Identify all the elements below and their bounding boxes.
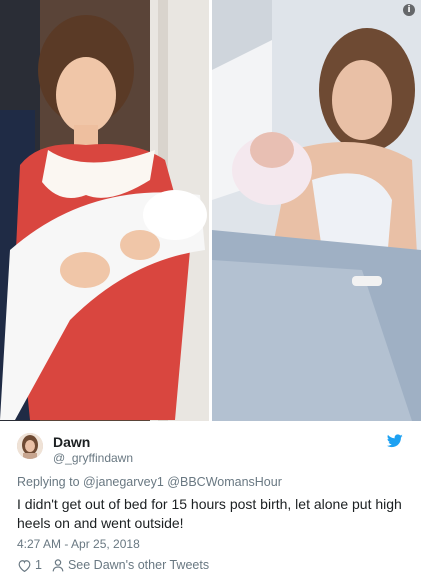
tweet-actions: 1 See Dawn's other Tweets xyxy=(17,558,209,572)
twitter-bird-icon[interactable] xyxy=(387,434,403,448)
display-name[interactable]: Dawn xyxy=(53,434,90,450)
heart-icon[interactable] xyxy=(17,559,32,572)
replying-prefix: Replying to xyxy=(17,475,80,489)
person-icon xyxy=(52,558,64,571)
tweet-media[interactable]: i xyxy=(0,0,421,421)
like-count: 1 xyxy=(35,558,42,572)
replying-to: Replying to @janegarvey1 @BBCWomansHour xyxy=(17,475,282,489)
avatar[interactable] xyxy=(17,433,43,459)
photo-left[interactable] xyxy=(0,0,209,421)
replying-to-handles[interactable]: @janegarvey1 @BBCWomansHour xyxy=(83,475,282,489)
other-tweets-link[interactable]: See Dawn's other Tweets xyxy=(68,558,209,572)
user-handle[interactable]: @_gryffindawn xyxy=(53,451,133,465)
photo-right[interactable]: i xyxy=(212,0,421,421)
info-icon[interactable]: i xyxy=(403,4,415,16)
tweet-timestamp[interactable]: 4:27 AM - Apr 25, 2018 xyxy=(17,537,140,551)
tweet-text: I didn't get out of bed for 15 hours pos… xyxy=(17,496,402,531)
